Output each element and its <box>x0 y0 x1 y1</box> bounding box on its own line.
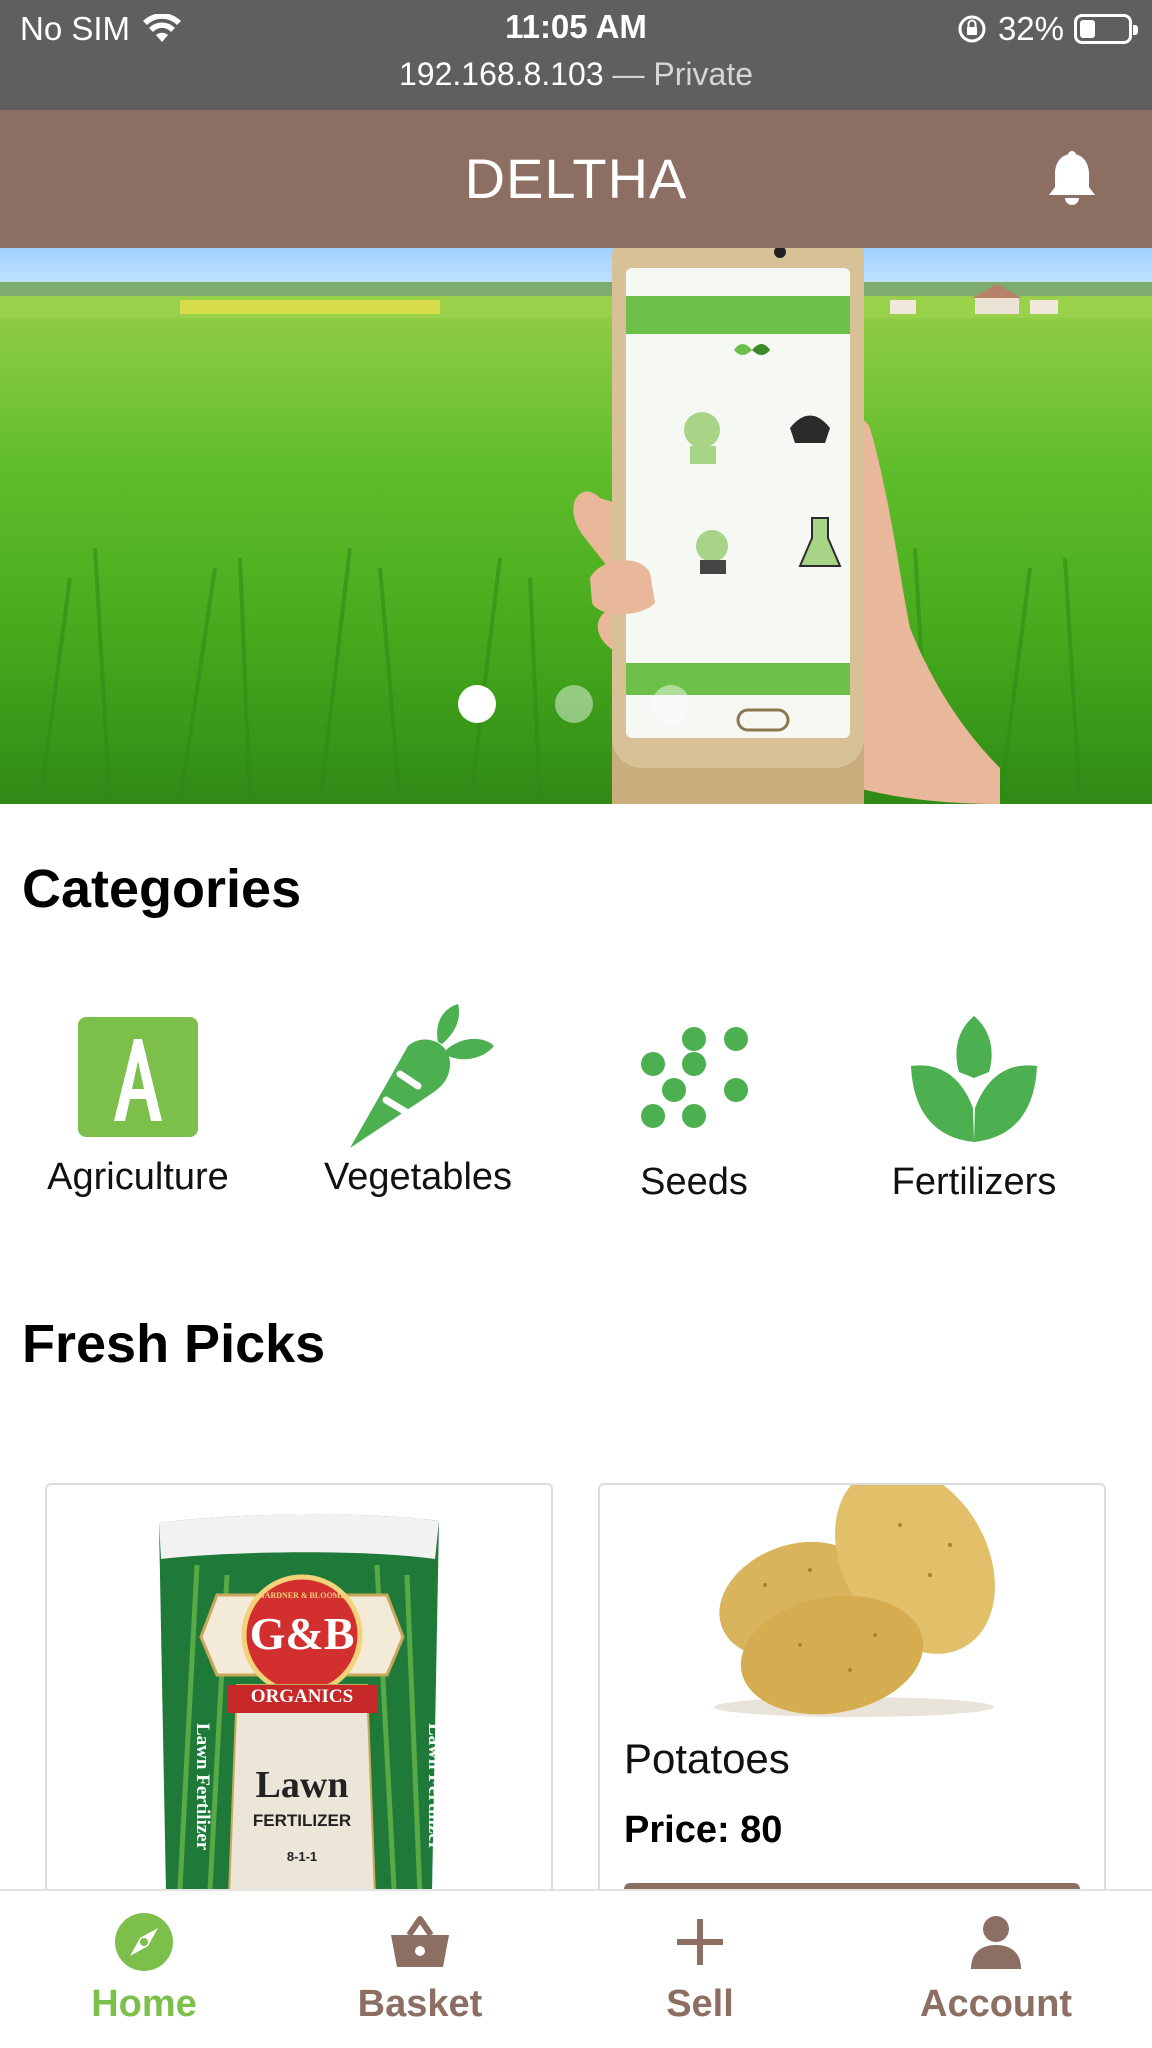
nav-label: Account <box>920 1983 1072 2025</box>
product-name: Potatoes <box>624 1735 790 1782</box>
url-bar[interactable]: 192.168.8.103 — Private <box>0 56 1152 93</box>
product-price: Price: 80 <box>624 1809 783 1851</box>
category-label: Vegetables <box>323 1156 513 1198</box>
nav-home[interactable]: Home <box>0 1891 288 2048</box>
bell-icon[interactable] <box>1044 150 1100 210</box>
bag-brand-top: GARDNER & BLOOME <box>258 1591 346 1600</box>
battery-level <box>1080 20 1095 38</box>
category-label: Seeds <box>640 1161 748 1203</box>
fresh-picks-title: Fresh Picks <box>22 1314 326 1374</box>
url-text: 192.168.8.103 <box>398 56 604 92</box>
category-label: Fertilizers <box>891 1161 1057 1203</box>
category-label: Agriculture <box>47 1156 229 1198</box>
bag-npk: 8-1-1 <box>286 1849 318 1864</box>
hero-banner[interactable] <box>0 248 1152 804</box>
bottom-nav: Home Basket Sell Account <box>0 1889 1152 2048</box>
potatoes-image <box>714 1485 995 1717</box>
letter-a-icon <box>78 1017 198 1137</box>
nav-label: Basket <box>357 1983 483 2025</box>
product-card[interactable]: GARDNER & BLOOME G&B ORGANICS Lawn Ferti… <box>45 1483 553 1943</box>
fertilizer-bag-image <box>159 1514 439 1941</box>
carousel-dot[interactable] <box>555 685 593 723</box>
status-bar: No SIM 11:05 AM 192.168.8.103 — Private … <box>0 0 1152 110</box>
private-label: — Private <box>612 56 753 92</box>
status-right: 32% <box>956 10 1138 48</box>
category-fertilizers[interactable]: Fertilizers <box>836 1000 1112 1220</box>
leaves-icon <box>911 1016 1037 1142</box>
nav-account[interactable]: Account <box>852 1891 1140 2048</box>
app-header: DELTHA <box>0 110 1152 248</box>
carousel-dot[interactable] <box>652 685 690 723</box>
compass-icon <box>115 1913 173 1971</box>
bag-type: FERTILIZER <box>252 1811 352 1830</box>
nav-label: Sell <box>666 1983 734 2025</box>
carousel-dot[interactable] <box>458 685 496 723</box>
battery-percent: 32% <box>997 10 1064 47</box>
battery-icon <box>1074 14 1138 44</box>
seeds-icon <box>641 1027 748 1128</box>
category-vegetables[interactable]: Vegetables <box>280 1000 556 1220</box>
nav-label: Home <box>91 1983 197 2025</box>
carousel-dots <box>0 685 1152 725</box>
categories-title: Categories <box>22 859 302 919</box>
person-icon <box>971 1916 1021 1969</box>
product-card[interactable]: Potatoes Price: 80 <box>598 1483 1106 1943</box>
nav-sell[interactable]: Sell <box>556 1891 844 2048</box>
bag-brand: G&B <box>249 1608 355 1659</box>
rotation-lock-icon <box>958 15 986 43</box>
category-agriculture[interactable]: Agriculture <box>0 1000 276 1220</box>
app-title: DELTHA <box>464 147 688 210</box>
bag-name: Lawn <box>255 1764 349 1806</box>
bag-line: ORGANICS <box>250 1686 354 1707</box>
basket-icon <box>391 1916 449 1967</box>
carrot-icon <box>350 1004 494 1148</box>
plus-icon <box>677 1919 723 1965</box>
nav-basket[interactable]: Basket <box>276 1891 564 2048</box>
category-seeds[interactable]: Seeds <box>556 1000 832 1220</box>
